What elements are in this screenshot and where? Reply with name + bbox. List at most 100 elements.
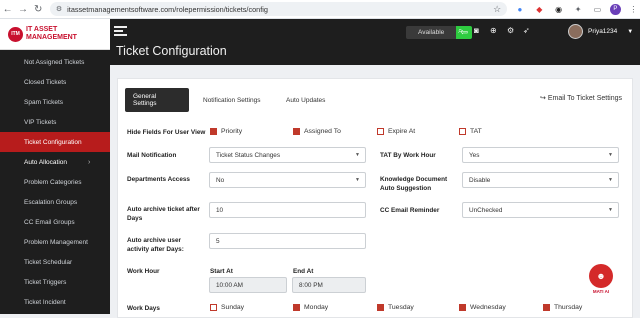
checkbox-expire-at[interactable]: Expire At [377, 128, 415, 135]
checkbox-tat[interactable]: TAT [459, 128, 482, 135]
extension-shield-icon[interactable]: ◆ [533, 2, 546, 16]
label-line: Days [127, 215, 143, 222]
chevron-right-icon: › [88, 158, 91, 166]
checkbox-label: Priority [221, 128, 243, 135]
checkbox-box [293, 128, 300, 135]
sidebar-item-ticket-schedular[interactable]: Ticket Schedular [0, 252, 110, 272]
globe-icon[interactable]: ⊕ [490, 26, 497, 35]
search-icon[interactable]: ⌕ [458, 26, 462, 36]
mati-ai-assistant[interactable]: ☻ MATI AI [585, 264, 617, 298]
user-menu[interactable]: Priya1234 ▼ [568, 24, 633, 39]
reload-icon[interactable]: ↻ [31, 1, 46, 17]
auto-archive-user-input[interactable]: 5 [209, 233, 366, 249]
checkbox-box [293, 304, 300, 311]
checkbox-monday[interactable]: Monday [293, 304, 328, 311]
profile-avatar[interactable]: P [610, 3, 621, 15]
cc-email-reminder-label: CC Email Reminder [380, 207, 440, 214]
checkbox-thursday[interactable]: Thursday [543, 304, 582, 311]
sidebar-item-ticket-triggers[interactable]: Ticket Triggers [0, 272, 110, 292]
checkbox-wednesday[interactable]: Wednesday [459, 304, 506, 311]
checkbox-priority[interactable]: Priority [210, 128, 242, 135]
sidebar-item-closed[interactable]: Closed Tickets [0, 72, 110, 92]
forward-icon[interactable]: → [15, 1, 30, 17]
robot-icon: ☻ [589, 264, 613, 288]
settings-icon[interactable]: ⚙ [507, 26, 514, 35]
sidebar-item-label: Spam Tickets [24, 98, 64, 106]
site-info-icon[interactable]: ⚙ [56, 5, 62, 13]
select-value: Yes [469, 151, 480, 159]
cc-email-reminder-select[interactable]: UnChecked ▼ [462, 202, 619, 218]
departments-access-select[interactable]: No ▼ [209, 172, 366, 188]
email-to-ticket-settings-link[interactable]: ↪ Email To Ticket Settings [540, 94, 622, 102]
sidebar-item-auto-allocation[interactable]: Auto Allocation › [0, 152, 110, 172]
bookmark-star-icon[interactable]: ☆ [493, 4, 501, 15]
sidebar-item-spam[interactable]: Spam Tickets [0, 92, 110, 112]
settings-card: General Settings Notification Settings A… [117, 78, 633, 318]
select-value: No [216, 176, 225, 184]
availability-status: Available [406, 26, 457, 39]
tab-notification-settings[interactable]: Notification Settings [203, 88, 260, 112]
start-at-label: Start At [210, 268, 233, 275]
checkbox-box [459, 304, 466, 311]
sidebar-item-label: Problem Categories [24, 178, 82, 186]
chevron-down-icon: ▼ [355, 177, 360, 183]
mail-notification-select[interactable]: Ticket Status Changes ▼ [209, 147, 366, 163]
input-value: 5 [216, 237, 220, 245]
caret-down-icon: ▼ [627, 28, 634, 35]
sidebar-item-label: Ticket Incident [24, 298, 66, 306]
logo[interactable]: ITM IT ASSET MANAGEMENT [0, 19, 110, 50]
address-bar[interactable]: ⚙ itassetmanagementsoftware.com/roleperm… [49, 2, 508, 16]
sidebar-item-cc-email-groups[interactable]: CC Email Groups [0, 212, 110, 232]
logo-line1: IT ASSET [26, 26, 58, 33]
camera-icon[interactable]: ◙ [474, 26, 479, 35]
sidebar-item-problem-categories[interactable]: Problem Categories [0, 172, 110, 192]
browser-menu-icon[interactable]: ⋮ [627, 2, 640, 16]
extension-icon[interactable]: ● [513, 2, 526, 16]
checkbox-sunday[interactable]: Sunday [210, 304, 244, 311]
checkbox-box [210, 304, 217, 311]
label-line: Auto Suggestion [380, 185, 432, 192]
select-value: Disable [469, 176, 491, 184]
sidebar-item-ticket-configuration[interactable]: Ticket Configuration [0, 132, 110, 152]
knowledge-document-label: Knowledge Document Auto Suggestion [380, 175, 447, 193]
mail-notification-label: Mail Notification [127, 152, 177, 159]
end-at-input[interactable]: 8:00 PM [292, 277, 366, 293]
menu-toggle-icon[interactable] [114, 26, 128, 36]
page-header: Ticket Configuration [110, 43, 640, 65]
checkbox-box [210, 128, 217, 135]
extensions-puzzle-icon[interactable]: ✦ [571, 2, 584, 16]
sidebar-item-label: Problem Management [24, 238, 88, 246]
sidebar-item-not-assigned[interactable]: Not Assigned Tickets [0, 52, 110, 72]
tat-by-work-hour-select[interactable]: Yes ▼ [462, 147, 619, 163]
sidebar-item-ticket-incident[interactable]: Ticket Incident [0, 292, 110, 312]
sidebar-item-escalation-groups[interactable]: Escalation Groups [0, 192, 110, 212]
tab-general-settings[interactable]: General Settings [125, 88, 189, 112]
sidebar-item-label: Not Assigned Tickets [24, 58, 85, 66]
knowledge-document-select[interactable]: Disable ▼ [462, 172, 619, 188]
input-value: 10 [216, 206, 224, 214]
label-line: Auto archive user [127, 237, 181, 244]
checkbox-assigned-to[interactable]: Assigned To [293, 128, 341, 135]
sidebar-item-problem-management[interactable]: Problem Management [0, 232, 110, 252]
sidebar-item-label: VIP Tickets [24, 118, 57, 126]
departments-access-label: Departments Access [127, 176, 190, 183]
start-at-input[interactable]: 10:00 AM [209, 277, 287, 293]
sidebar-item-vip[interactable]: VIP Tickets [0, 112, 110, 132]
input-value: 10:00 AM [216, 281, 244, 289]
rocket-icon[interactable]: ➶ [523, 26, 530, 35]
auto-archive-ticket-input[interactable]: 10 [209, 202, 366, 218]
checkbox-label: Assigned To [304, 128, 341, 135]
share-arrow-icon: ↪ [539, 95, 546, 102]
checkbox-label: Thursday [554, 304, 583, 311]
extension-dark-icon[interactable]: ◉ [552, 2, 565, 16]
select-value: Ticket Status Changes [216, 151, 281, 159]
checkbox-label: Monday [304, 304, 329, 311]
tab-auto-updates[interactable]: Auto Updates [286, 88, 325, 112]
sidebar-item-label: Escalation Groups [24, 198, 78, 206]
back-icon[interactable]: ← [0, 1, 15, 17]
auto-archive-ticket-label: Auto archive ticket after Days [127, 205, 200, 223]
checkbox-box [543, 304, 550, 311]
chevron-down-icon: ▼ [355, 152, 360, 158]
checkbox-tuesday[interactable]: Tuesday [377, 304, 414, 311]
side-panel-icon[interactable]: ▭ [591, 2, 604, 16]
